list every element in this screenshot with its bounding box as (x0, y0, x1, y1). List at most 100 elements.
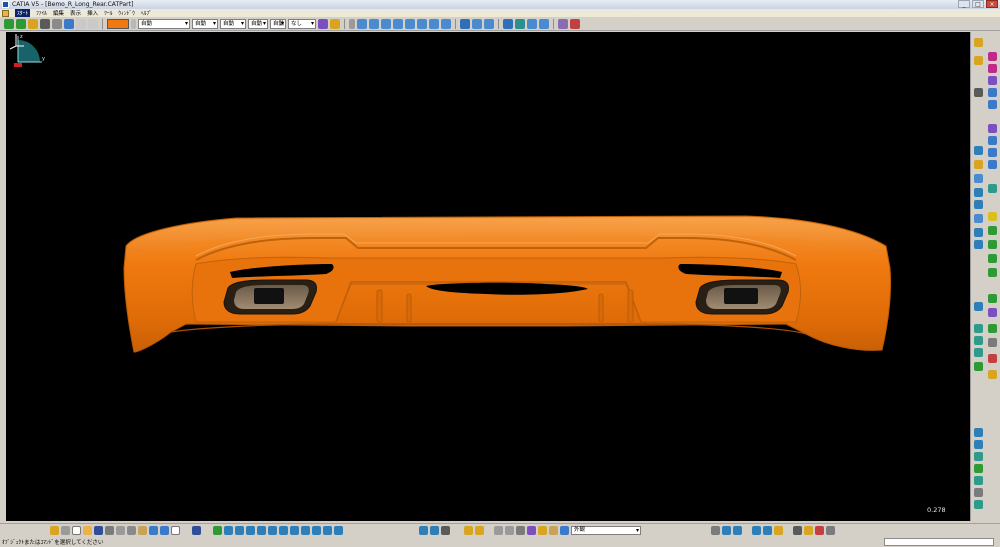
help-icon[interactable] (171, 526, 180, 535)
left-exhaust-tip[interactable] (223, 279, 317, 315)
bumper-model[interactable] (6, 32, 970, 521)
save-icon[interactable] (94, 526, 103, 535)
undo-icon[interactable] (149, 526, 158, 535)
point-icon[interactable] (349, 18, 355, 29)
split-icon[interactable] (472, 18, 482, 29)
settings-icon[interactable] (804, 526, 813, 535)
3d-viewport[interactable]: z y 0.278 (6, 32, 970, 521)
formula-bottom-icon[interactable] (774, 526, 783, 535)
hole-icon[interactable] (988, 136, 997, 145)
revolve-icon[interactable] (417, 18, 427, 29)
measure-right-icon[interactable] (974, 348, 983, 357)
menu-edit[interactable]: 編集 (53, 9, 64, 17)
geo-set-icon[interactable] (988, 294, 997, 303)
trim-icon[interactable] (484, 18, 494, 29)
maximize-button[interactable]: □ (972, 0, 984, 8)
grid-bottom-icon[interactable] (733, 526, 742, 535)
view-normal-icon[interactable] (974, 440, 983, 449)
plane-icon[interactable] (988, 52, 997, 61)
library-icon[interactable] (826, 526, 835, 535)
view-bottom-icon[interactable] (974, 500, 983, 509)
fly-icon[interactable] (76, 18, 86, 29)
layers-icon[interactable] (430, 526, 439, 535)
menu-view[interactable]: 表示 (70, 9, 81, 17)
point-right-icon[interactable] (988, 64, 997, 73)
sphere-icon[interactable] (560, 526, 569, 535)
open-file-icon[interactable] (83, 526, 92, 535)
knowledge-icon[interactable] (988, 338, 997, 347)
pan-bottom-icon[interactable] (235, 526, 244, 535)
close-button[interactable]: × (986, 0, 998, 8)
sweep-icon[interactable] (429, 18, 439, 29)
color-swatch[interactable] (107, 18, 129, 29)
color-dropdown-icon[interactable] (131, 18, 136, 29)
offset-icon[interactable] (527, 18, 537, 29)
line-type-combo[interactable]: 自動 (220, 18, 246, 29)
copy-icon[interactable] (127, 526, 136, 535)
pattern-icon[interactable] (974, 214, 983, 223)
shaft-icon[interactable] (988, 124, 997, 133)
boolean-icon[interactable] (988, 254, 997, 263)
curve-icon[interactable] (381, 18, 391, 29)
extrude-icon[interactable] (405, 18, 415, 29)
ground-icon[interactable] (516, 526, 525, 535)
normal-view-icon[interactable] (279, 526, 288, 535)
menu-help[interactable]: ﾍﾙﾌﾟ (141, 9, 152, 17)
analysis-icon[interactable] (503, 18, 513, 29)
assemble-icon[interactable] (988, 268, 997, 277)
lighting-icon[interactable] (494, 526, 503, 535)
fly-mode-icon[interactable] (213, 526, 222, 535)
chamfer-icon[interactable] (988, 160, 997, 169)
paint-brush-icon[interactable] (50, 526, 59, 535)
surface-icon[interactable] (393, 18, 403, 29)
view-iso-icon[interactable] (974, 452, 983, 461)
fill-icon[interactable] (441, 18, 451, 29)
swap-visible-icon[interactable] (334, 526, 343, 535)
new-file-icon[interactable] (72, 526, 81, 535)
perspective-icon[interactable] (527, 526, 536, 535)
tools-icon[interactable] (815, 526, 824, 535)
walk-icon[interactable] (88, 18, 98, 29)
menu-window[interactable]: ｳｨﾝﾄﾞｳ (118, 9, 135, 17)
transparency-combo[interactable]: 自動 (138, 18, 190, 29)
view-side-icon[interactable] (974, 488, 983, 497)
view-top-icon[interactable] (974, 476, 983, 485)
update-icon[interactable] (988, 370, 997, 379)
iso-view-icon[interactable] (301, 526, 310, 535)
material-icon[interactable] (549, 526, 558, 535)
line-right-icon[interactable] (988, 76, 997, 85)
video-icon[interactable] (475, 526, 484, 535)
pocket-icon[interactable] (988, 100, 997, 109)
workbench-icon[interactable] (974, 38, 983, 47)
curvature-icon[interactable] (515, 18, 525, 29)
view-front-icon[interactable] (974, 464, 983, 473)
render-icon[interactable] (793, 526, 802, 535)
sheet-icon[interactable] (419, 526, 428, 535)
formula-icon[interactable] (974, 336, 983, 345)
snap-icon[interactable] (52, 18, 62, 29)
depth-icon[interactable] (505, 526, 514, 535)
draft-icon[interactable] (974, 174, 983, 183)
sketcher-icon[interactable] (974, 88, 983, 97)
draft-analysis-icon[interactable] (570, 18, 580, 29)
analysis-right-icon[interactable] (974, 362, 983, 371)
measure-icon[interactable] (558, 18, 568, 29)
mirror-icon[interactable] (974, 200, 983, 209)
tree-icon[interactable] (192, 526, 201, 535)
rotate-bottom-icon[interactable] (246, 526, 255, 535)
print-icon[interactable] (105, 526, 114, 535)
redo-icon[interactable] (160, 526, 169, 535)
grid-icon[interactable] (64, 18, 74, 29)
axis-system-icon[interactable] (988, 240, 997, 249)
point-symbol-combo[interactable]: 自動 (248, 18, 268, 29)
render-style-combo[interactable]: 自動 (270, 18, 286, 29)
menu-file[interactable]: ﾌｧｲﾙ (36, 9, 47, 17)
scale-icon[interactable] (988, 212, 997, 221)
compare-icon[interactable] (722, 526, 731, 535)
fillet-icon[interactable] (974, 160, 983, 169)
environment-icon[interactable] (538, 526, 547, 535)
pad-icon[interactable] (988, 88, 997, 97)
translate-icon[interactable] (974, 228, 983, 237)
properties-icon[interactable] (330, 18, 340, 29)
document-icon[interactable] (2, 9, 9, 17)
